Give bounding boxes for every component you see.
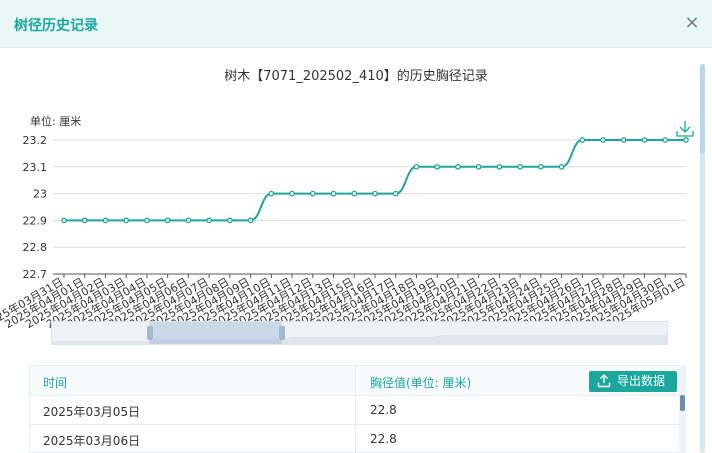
data-point[interactable] <box>662 137 669 143</box>
data-point[interactable] <box>61 217 67 224</box>
dbh-records-table: 时间 胸径值(单位: 厘米) 导出数据 2025年03月05日 22.8 202… <box>29 365 686 453</box>
data-point[interactable] <box>102 217 109 224</box>
y-tick-label: 23 <box>33 188 47 201</box>
data-point[interactable] <box>579 137 586 143</box>
data-point[interactable] <box>164 217 171 224</box>
data-point[interactable] <box>144 217 150 224</box>
table-scrollbar[interactable] <box>679 365 686 453</box>
data-point[interactable] <box>413 163 420 170</box>
slider-selected-window[interactable] <box>149 322 282 344</box>
y-tick-label: 22.9 <box>23 214 48 227</box>
data-point[interactable] <box>330 190 337 197</box>
slider-right-handle[interactable] <box>279 326 285 340</box>
cell-time: 2025年03月06日 <box>43 434 141 448</box>
table-header: 时间 胸径值(单位: 厘米) 导出数据 <box>30 366 685 396</box>
save-as-image-button[interactable] <box>675 120 695 138</box>
y-tick-label: 22.7 <box>23 268 48 281</box>
data-point[interactable] <box>455 163 461 170</box>
table-row: 2025年03月06日 22.8 <box>30 425 685 452</box>
data-point[interactable] <box>309 190 316 197</box>
column-header-dbh: 胸径值(单位: 厘米) <box>370 376 472 390</box>
data-point[interactable] <box>558 163 565 170</box>
data-zoom-slider[interactable] <box>51 321 668 345</box>
data-point[interactable] <box>289 190 295 197</box>
table-scrollbar-thumb[interactable] <box>680 395 685 411</box>
slider-preview-shape <box>52 335 667 344</box>
export-data-label: 导出数据 <box>617 374 666 388</box>
data-point[interactable] <box>496 163 503 170</box>
y-tick-label: 23.2 <box>23 134 48 147</box>
data-point[interactable] <box>185 217 192 224</box>
table-row: 2025年03月05日 22.8 <box>30 396 685 425</box>
export-data-button[interactable]: 导出数据 <box>589 371 677 392</box>
data-point[interactable] <box>372 190 378 197</box>
y-tick-label: 22.8 <box>23 241 48 254</box>
slider-left-handle[interactable] <box>147 326 153 340</box>
data-point[interactable] <box>517 163 523 170</box>
column-divider <box>355 366 356 452</box>
dbh-history-chart: 22.722.822.92323.123.2 2025年03月31日2025年0… <box>0 134 689 331</box>
download-icon <box>676 121 694 137</box>
data-point[interactable] <box>538 163 544 170</box>
data-point[interactable] <box>123 217 130 224</box>
data-point[interactable] <box>434 163 441 170</box>
dialog-scrollbar-thumb[interactable] <box>700 64 705 154</box>
data-point[interactable] <box>81 217 88 224</box>
series-line <box>64 139 686 222</box>
data-point[interactable] <box>351 190 358 197</box>
cell-time: 2025年03月05日 <box>43 405 141 419</box>
y-tick-label: 23.1 <box>23 161 48 174</box>
data-point[interactable] <box>683 137 689 143</box>
data-point[interactable] <box>392 190 399 197</box>
data-point[interactable] <box>206 217 212 224</box>
data-point[interactable] <box>247 217 254 224</box>
data-point[interactable] <box>620 137 627 143</box>
data-point[interactable] <box>641 137 648 143</box>
cell-dbh: 22.8 <box>370 403 397 417</box>
cell-dbh: 22.8 <box>370 432 397 446</box>
data-point[interactable] <box>268 190 275 197</box>
data-point[interactable] <box>600 137 606 143</box>
data-point[interactable] <box>227 217 233 224</box>
data-point[interactable] <box>475 163 482 170</box>
upload-icon <box>597 374 611 388</box>
column-header-time: 时间 <box>43 376 68 390</box>
dialog-scrollbar[interactable] <box>700 64 705 453</box>
